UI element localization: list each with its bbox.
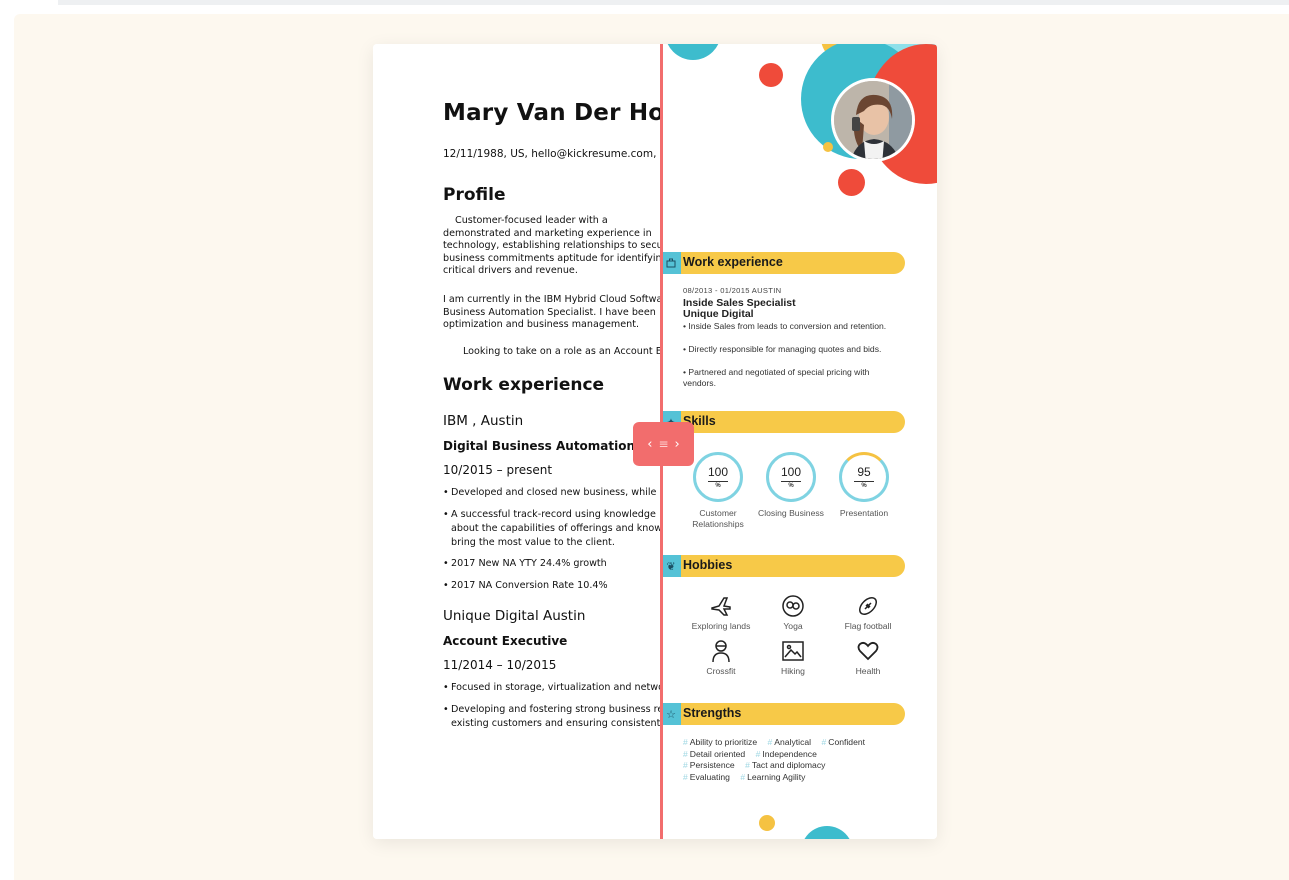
job-bullet: 2017 New NA YTY 24.4% growth	[443, 557, 661, 571]
strength-tag: # Independence	[755, 748, 817, 759]
hobby-label: Crossfit	[706, 666, 736, 676]
resume-contact: 12/11/1988, US, hello@kickresume.com, +	[443, 148, 661, 160]
skill-item: 100 % Customer Relationships	[683, 452, 753, 530]
landscape-icon	[753, 637, 833, 663]
job-dates: 10/2015 – present	[443, 463, 553, 477]
hobby-label: Hiking	[781, 666, 805, 676]
job-company: Unique Digital	[683, 308, 754, 320]
after-resume: Work experience 08/2013 - 01/2015 AUSTIN…	[661, 44, 937, 839]
job-role: Digital Business Automation Sp	[443, 439, 657, 453]
skill-ring: 100 %	[766, 452, 816, 502]
hobby-item: Health	[828, 637, 908, 676]
work-experience-heading: Work experience	[443, 375, 605, 395]
heart-icon	[828, 637, 908, 663]
hobby-label: Health	[855, 666, 881, 676]
job-bullet: • Directly responsible for managing quot…	[683, 344, 882, 354]
job-bullet: • Partnered and negotiated of special pr…	[683, 367, 870, 388]
decor-circle	[801, 826, 853, 839]
strengths-section-header: ☆ Strengths	[661, 703, 905, 725]
section-title: Hobbies	[683, 558, 733, 572]
skill-value: 100	[707, 465, 729, 479]
hobbies-section-header: ❦ Hobbies	[661, 555, 905, 577]
skill-value: 100	[780, 465, 802, 479]
work-experience-section-header: Work experience	[661, 252, 905, 274]
skill-unit: %	[861, 483, 867, 489]
skill-label: Closing Business	[758, 508, 824, 518]
job-bullet: Focused in storage, virtualization and n…	[443, 681, 661, 695]
page: Mary Van Der Hoo 12/11/1988, US, hello@k…	[0, 0, 1289, 880]
strength-tag: # Ability to prioritize	[683, 737, 758, 747]
strength-tag: # Analytical	[767, 737, 812, 747]
skill-value: 95	[857, 465, 871, 479]
profile-photo	[831, 78, 915, 162]
hobby-label: Flag football	[844, 621, 892, 631]
decor-circle	[838, 169, 865, 196]
decor-circle	[665, 44, 721, 60]
leaf-icon: ❦	[661, 555, 681, 577]
skill-ring: 95 %	[839, 452, 889, 502]
job-role: Account Executive	[443, 634, 568, 648]
strength-tag: # Tact and diplomacy	[745, 760, 826, 770]
profile-heading: Profile	[443, 185, 506, 205]
job-dates: 11/2014 – 10/2015	[443, 658, 557, 672]
skill-ring: 100 %	[693, 452, 743, 502]
strength-tag: # Persistence	[683, 760, 735, 770]
section-title: Strengths	[683, 706, 742, 720]
skill-item: 100 % Closing Business	[756, 452, 826, 519]
decor-circle	[759, 815, 775, 831]
comparison-slider-handle[interactable]: ‹ ≡ ›	[633, 422, 694, 466]
skill-label: Presentation	[839, 508, 889, 518]
decor-circle	[759, 63, 783, 87]
skill-label: Customer Relationships	[692, 508, 744, 529]
hobby-item: Yoga	[753, 592, 833, 631]
profile-paragraph-1: Customer-focused leader with a demonstra…	[443, 215, 661, 277]
strengths-tags: # Ability to prioritize # Analytical # Conf…	[683, 737, 913, 783]
job-bullet: A successful track-record using knowledg…	[443, 508, 661, 550]
skill-item: 95 % Presentation	[829, 452, 899, 519]
skills-section-header: ✦ Skills	[661, 411, 905, 433]
job-bullet: 2017 NA Conversion Rate 10.4%	[443, 579, 661, 593]
top-strip	[58, 0, 1289, 5]
chevron-left-icon: ‹	[647, 436, 653, 452]
hobby-label: Yoga	[783, 621, 803, 631]
yoga-icon	[753, 592, 833, 618]
job-bullet: Developing and fostering strong business…	[443, 703, 661, 731]
football-icon	[828, 592, 908, 618]
job-bullet: • Inside Sales from leads to conversion …	[683, 321, 887, 331]
hobby-label: Exploring lands	[691, 621, 751, 631]
resume-name: Mary Van Der Hoo	[443, 100, 661, 126]
strength-tag: # Detail oriented	[683, 748, 746, 759]
section-title: Work experience	[683, 255, 783, 269]
grip-icon: ≡	[658, 437, 669, 451]
hobby-item: Flag football	[828, 592, 908, 631]
briefcase-icon	[661, 252, 681, 274]
strength-tag: # Evaluating	[683, 771, 730, 782]
skill-unit: %	[788, 483, 794, 489]
skill-unit: %	[715, 483, 721, 489]
star-outline-icon: ☆	[661, 703, 681, 725]
hobby-item: Hiking	[753, 637, 833, 676]
profile-paragraph-3: Looking to take on a role as an Account …	[463, 346, 661, 357]
before-resume: Mary Van Der Hoo 12/11/1988, US, hello@k…	[373, 44, 661, 839]
hobby-item: Exploring lands	[681, 592, 761, 631]
hobby-item: Crossfit	[681, 637, 761, 676]
decor-circle	[823, 142, 833, 152]
chevron-right-icon: ›	[674, 436, 680, 452]
strength-tag: # Learning Agility	[740, 771, 806, 782]
job-company: IBM , Austin	[443, 413, 524, 429]
job-company: Unique Digital Austin	[443, 608, 586, 624]
job-bullet: Developed and closed new business, while…	[443, 486, 661, 500]
profile-paragraph-2: I am currently in the IBM Hybrid Cloud S…	[443, 294, 661, 331]
resume-comparison-slider[interactable]: Mary Van Der Hoo 12/11/1988, US, hello@k…	[373, 44, 937, 839]
strength-tag: # Confident	[821, 737, 866, 747]
airplane-icon	[681, 592, 761, 618]
person-icon	[681, 637, 761, 663]
job-meta: 08/2013 - 01/2015 AUSTIN	[683, 286, 782, 295]
